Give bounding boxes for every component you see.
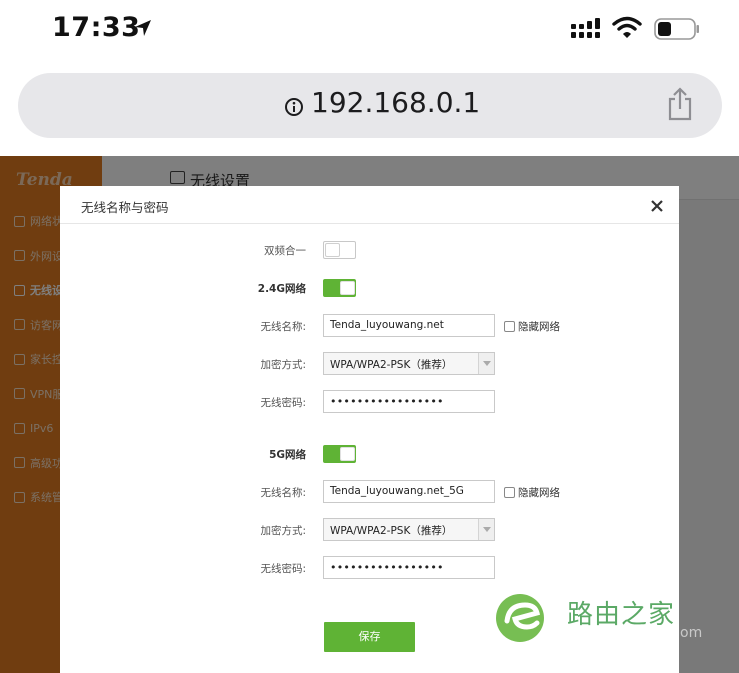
password-5g-input[interactable]: ••••••••••••••••• (323, 556, 495, 579)
hide-network-24g-checkbox[interactable] (504, 321, 515, 332)
watermark-text: 路由之家 (567, 600, 676, 630)
security-24g-value: WPA/WPA2-PSK（推荐） (330, 359, 453, 371)
ssid-5g-input[interactable]: Tenda_luyouwang.net_5G (323, 480, 495, 503)
hide-network-5g-label: 隐藏网络 (518, 487, 560, 499)
band-24g-toggle[interactable] (323, 279, 356, 297)
security-5g-select[interactable]: WPA/WPA2-PSK（推荐） (323, 518, 495, 541)
url-text[interactable]: 192.168.0.1 (311, 86, 480, 119)
wifi-icon (612, 16, 642, 44)
ssid-24g-label: 无线名称: (260, 321, 306, 333)
password-24g-label: 无线密码: (260, 397, 306, 409)
hide-network-24g-label: 隐藏网络 (518, 321, 560, 333)
toggle-knob (340, 447, 355, 461)
dialog-header: 无线名称与密码 (60, 186, 679, 224)
info-icon[interactable] (284, 97, 304, 121)
security-24g-label: 加密方式: (260, 359, 306, 371)
status-bar: 17:33 (0, 0, 739, 58)
battery-icon (654, 18, 700, 44)
chevron-down-icon (478, 353, 494, 374)
band-5g-toggle[interactable] (323, 445, 356, 463)
ssid-5g-label: 无线名称: (260, 487, 306, 499)
chevron-down-icon (478, 519, 494, 540)
password-5g-label: 无线密码: (260, 563, 306, 575)
toggle-knob (325, 243, 340, 257)
hide-network-5g-checkbox[interactable] (504, 487, 515, 498)
security-5g-label: 加密方式: (260, 525, 306, 537)
dual-band-label: 双频合一 (264, 245, 306, 257)
watermark-suffix: om (680, 625, 703, 641)
share-icon[interactable] (666, 87, 694, 125)
save-button[interactable]: 保存 (324, 622, 415, 652)
toggle-knob (340, 281, 355, 295)
security-5g-value: WPA/WPA2-PSK（推荐） (330, 525, 453, 537)
address-bar[interactable]: 192.168.0.1 (18, 73, 722, 138)
password-24g-input[interactable]: ••••••••••••••••• (323, 390, 495, 413)
security-24g-select[interactable]: WPA/WPA2-PSK（推荐） (323, 352, 495, 375)
dual-band-toggle[interactable] (323, 241, 356, 259)
location-arrow-icon (133, 18, 153, 42)
cellular-signal-icon (571, 18, 603, 44)
watermark-logo-icon (493, 593, 549, 647)
band-5g-label: 5G网络 (269, 449, 306, 461)
close-icon[interactable] (649, 198, 665, 214)
dialog-title: 无线名称与密码 (81, 200, 169, 215)
band-24g-label: 2.4G网络 (257, 283, 306, 295)
status-time: 17:33 (52, 12, 141, 43)
ssid-24g-input[interactable]: Tenda_luyouwang.net (323, 314, 495, 337)
